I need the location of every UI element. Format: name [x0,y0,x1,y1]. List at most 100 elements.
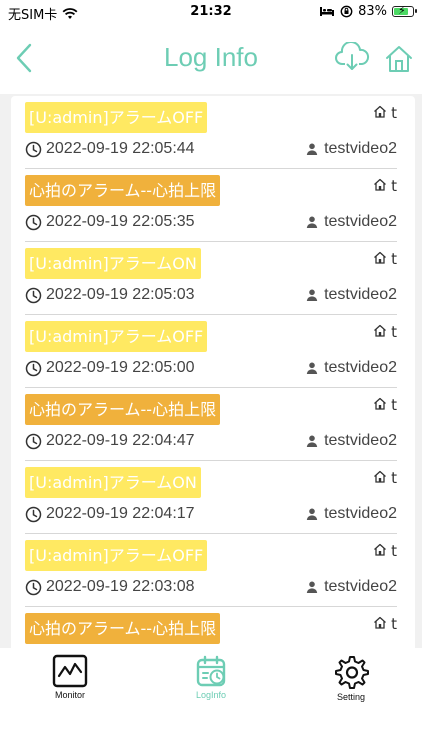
home-icon [373,542,387,560]
tab-label: Monitor [54,690,85,700]
bed-icon [320,7,335,16]
log-time: 2022-09-19 22:04:17 [25,505,195,523]
log-item[interactable]: 心拍のアラーム--心拍上限 t [25,607,397,648]
charging-bolt-icon: ⚡ [398,4,406,17]
cloud-download-button[interactable] [334,42,370,72]
clock-icon [25,360,42,377]
log-user: testvideo2 [306,286,397,304]
battery-percent: 83% [358,4,387,19]
log-username: testvideo2 [324,213,397,230]
home-icon [373,615,387,633]
log-timestamp: 2022-09-19 22:05:03 [46,286,195,303]
log-user: testvideo2 [306,359,397,377]
log-username: testvideo2 [324,578,397,595]
log-message-tag: [U:admin]アラームOFF [25,540,208,571]
log-home-label: t [391,542,397,560]
log-home-label: t [391,396,397,414]
clock-icon [25,287,42,304]
tab-monitor[interactable]: Monitor [25,654,115,700]
log-timestamp: 2022-09-19 22:03:08 [46,578,195,595]
status-bar: 无SIM卡 21:32 83% ⚡ [0,0,422,26]
log-time: 2022-09-19 22:05:03 [25,286,195,304]
log-home: t [373,323,397,341]
user-icon [306,435,318,447]
user-icon [306,581,318,593]
log-home: t [373,177,397,195]
monitor-icon [52,654,88,688]
log-user: testvideo2 [306,505,397,523]
log-list-area[interactable]: [U:admin]アラームOFF t 2022-09-19 22:05:44 test… [0,94,422,648]
status-right: 83% ⚡ [319,4,417,19]
user-icon [306,362,318,374]
tab-label: Setting [336,692,366,702]
log-user: testvideo2 [306,140,397,158]
log-home-label: t [391,469,397,487]
user-icon [306,289,318,301]
log-item[interactable]: [U:admin]アラームON t 2022-09-19 22:05:03 testv… [25,242,397,315]
log-home: t [373,396,397,414]
log-message-tag: 心拍のアラーム--心拍上限 [25,175,221,206]
home-icon [373,177,387,195]
log-home: t [373,250,397,268]
battery-icon: ⚡ [392,4,417,17]
nav-bar: Log Info [0,26,422,94]
log-time: 2022-09-19 22:05:35 [25,213,195,231]
tab-setting[interactable]: Setting [306,654,396,702]
user-icon [306,143,318,155]
log-user: testvideo2 [306,432,397,450]
log-home: t [373,615,397,633]
calendar-icon [196,655,226,687]
log-home: t [373,104,397,122]
log-time: 2022-09-19 22:03:08 [25,578,195,596]
clock-icon [25,506,42,523]
log-timestamp: 2022-09-19 22:05:44 [46,140,195,157]
log-time: 2022-09-19 22:05:00 [25,359,195,377]
user-icon [306,508,318,520]
gear-icon [335,656,369,689]
log-username: testvideo2 [324,286,397,303]
tab-label: LogInfo [195,690,227,700]
log-username: testvideo2 [324,140,397,157]
log-timestamp: 2022-09-19 22:04:47 [46,432,195,449]
log-item[interactable]: [U:admin]アラームOFF t 2022-09-19 22:05:44 test… [25,96,397,169]
log-item[interactable]: 心拍のアラーム--心拍上限 t 2022-09-19 22:04:47 testvid… [25,388,397,461]
log-message-tag: [U:admin]アラームOFF [25,102,208,133]
log-user: testvideo2 [306,213,397,231]
log-home: t [373,542,397,560]
log-time: 2022-09-19 22:04:47 [25,432,195,450]
log-list-card: [U:admin]アラームOFF t 2022-09-19 22:05:44 test… [11,96,415,648]
log-message-tag: 心拍のアラーム--心拍上限 [25,394,221,425]
home-button[interactable] [384,44,414,74]
orientation-lock-icon [340,5,353,18]
home-icon [373,250,387,268]
clock-icon [25,214,42,231]
user-icon [306,216,318,228]
clock-icon [25,433,42,450]
log-item[interactable]: [U:admin]アラームOFF t 2022-09-19 22:03:08 test… [25,534,397,607]
log-username: testvideo2 [324,505,397,522]
home-icon [373,323,387,341]
log-home-label: t [391,615,397,633]
log-home-label: t [391,250,397,268]
log-home-label: t [391,323,397,341]
clock-icon [25,141,42,158]
log-home-label: t [391,104,397,122]
log-item[interactable]: [U:admin]アラームOFF t 2022-09-19 22:05:00 test… [25,315,397,388]
home-icon [373,469,387,487]
log-message-tag: [U:admin]アラームON [25,248,201,279]
log-username: testvideo2 [324,359,397,376]
log-item[interactable]: [U:admin]アラームON t 2022-09-19 22:04:17 testv… [25,461,397,534]
log-timestamp: 2022-09-19 22:05:00 [46,359,195,376]
home-icon [373,396,387,414]
log-message-tag: 心拍のアラーム--心拍上限 [25,613,221,644]
tab-loginfo[interactable]: LogInfo [166,654,256,700]
log-user: testvideo2 [306,578,397,596]
home-icon [373,104,387,122]
log-time: 2022-09-19 22:05:44 [25,140,195,158]
log-item[interactable]: 心拍のアラーム--心拍上限 t 2022-09-19 22:05:35 testvid… [25,169,397,242]
log-message-tag: [U:admin]アラームOFF [25,321,208,352]
tab-bar: Monitor LogInfo Setting [0,648,422,750]
log-home: t [373,469,397,487]
log-timestamp: 2022-09-19 22:05:35 [46,213,195,230]
log-timestamp: 2022-09-19 22:04:17 [46,505,195,522]
